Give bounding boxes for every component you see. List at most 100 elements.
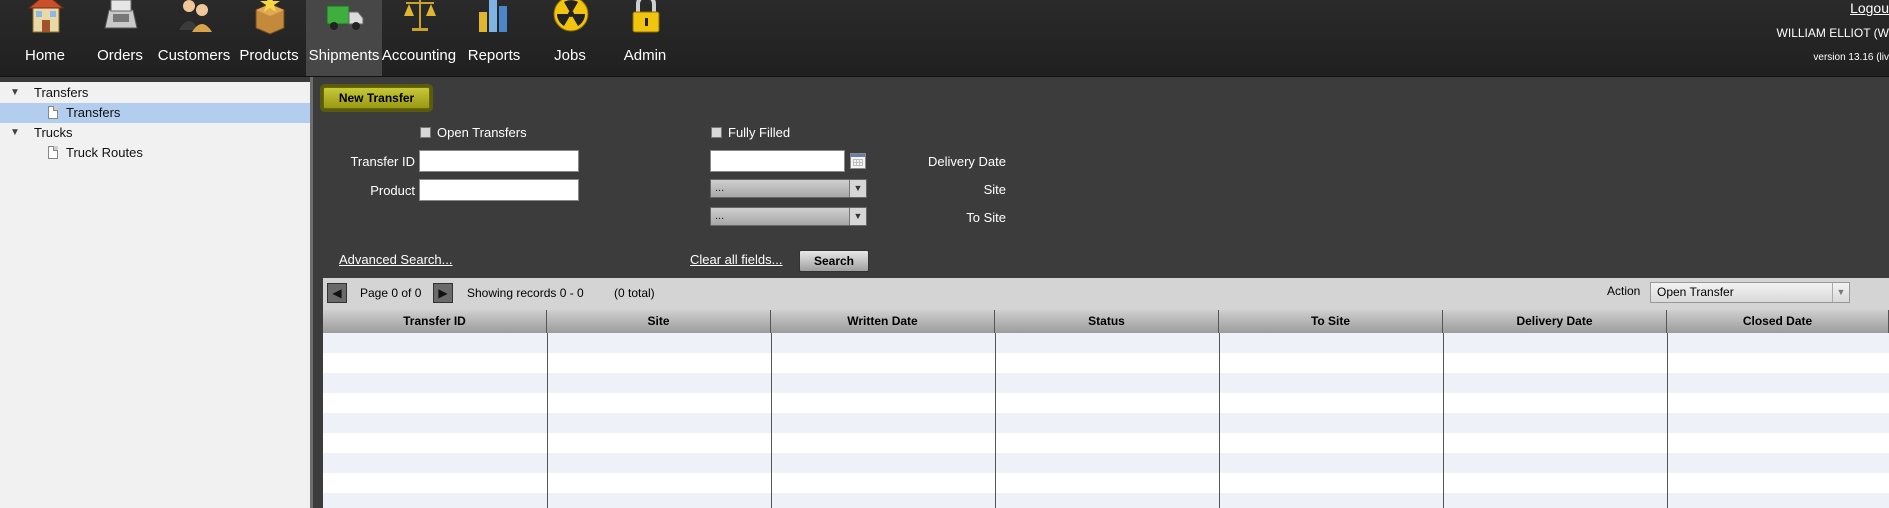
action-select[interactable]: Open Transfer ▼ xyxy=(1650,282,1850,303)
column-divider xyxy=(1443,333,1444,508)
table-row[interactable] xyxy=(323,353,1889,373)
page-indicator: Page 0 of 0 xyxy=(360,286,422,300)
nav-customers[interactable]: Customers xyxy=(156,0,232,76)
chevron-down-icon[interactable]: ▼ xyxy=(849,180,866,197)
delivery-date-label: Delivery Date xyxy=(927,154,1006,169)
next-page-button[interactable]: ▶ xyxy=(433,283,453,303)
transfer-id-label: Transfer ID xyxy=(350,154,415,169)
scales-icon xyxy=(404,0,436,31)
tree-group-transfers[interactable]: ▼ Transfers xyxy=(0,83,310,103)
fully-filled-checkbox[interactable] xyxy=(711,127,722,138)
column-divider xyxy=(995,333,996,508)
cash-register-icon xyxy=(104,0,138,29)
table-row[interactable] xyxy=(323,413,1889,433)
version-label: version 13.16 (liv xyxy=(1813,52,1889,63)
navigation-tree: ▼ Transfers Transfers ▼ Trucks Truck Rou… xyxy=(0,82,310,508)
delivery-date-input[interactable] xyxy=(710,150,845,172)
records-total: (0 total) xyxy=(614,286,655,300)
tree-item-label: Transfers xyxy=(66,105,121,120)
column-header-transfer-id[interactable]: Transfer ID xyxy=(323,310,547,333)
column-header-closed-date[interactable]: Closed Date xyxy=(1667,310,1889,333)
current-user: WILLIAM ELLIOT (W xyxy=(1776,26,1889,40)
site-label: Site xyxy=(983,182,1006,197)
nav-products-label: Products xyxy=(239,47,299,64)
product-label: Product xyxy=(370,183,415,198)
previous-page-button[interactable]: ◀ xyxy=(327,283,347,303)
document-icon xyxy=(48,106,58,119)
tree-group-label: Transfers xyxy=(34,85,89,100)
fully-filled-label: Fully Filled xyxy=(728,125,791,140)
site-select-value: ... xyxy=(715,182,725,194)
column-divider xyxy=(771,333,772,508)
column-divider xyxy=(1219,333,1220,508)
grid-toolbar: ◀ Page 0 of 0 ▶ Showing records 0 - 0 (0… xyxy=(323,278,1889,310)
nav-accounting[interactable]: Accounting xyxy=(381,0,457,76)
column-header-to-site[interactable]: To Site xyxy=(1219,310,1443,333)
nav-customers-label: Customers xyxy=(157,47,231,64)
to-site-label: To Site xyxy=(966,210,1006,225)
table-row[interactable] xyxy=(323,373,1889,393)
table-row[interactable] xyxy=(323,473,1889,493)
search-button[interactable]: Search xyxy=(799,250,869,272)
table-row[interactable] xyxy=(323,393,1889,413)
table-row[interactable] xyxy=(323,333,1889,353)
clear-all-fields-link[interactable]: Clear all fields... xyxy=(690,252,782,267)
nav-products[interactable]: Products xyxy=(231,0,307,76)
nav-admin[interactable]: Admin xyxy=(607,0,683,76)
records-range: Showing records 0 - 0 xyxy=(467,286,584,300)
product-input[interactable] xyxy=(419,179,579,201)
calendar-icon[interactable] xyxy=(850,153,866,169)
open-transfers-checkbox[interactable] xyxy=(420,127,431,138)
site-select[interactable]: ... ▼ xyxy=(710,179,867,198)
nav-accounting-label: Accounting xyxy=(381,47,457,64)
column-divider xyxy=(1667,333,1668,508)
boxes-icon xyxy=(255,0,285,35)
column-header-written-date[interactable]: Written Date xyxy=(771,310,995,333)
action-label: Action xyxy=(1607,284,1641,298)
table-row[interactable] xyxy=(323,453,1889,473)
nav-home-label: Home xyxy=(24,47,65,64)
tree-group-trucks[interactable]: ▼ Trucks xyxy=(0,123,310,143)
nav-reports[interactable]: Reports xyxy=(456,0,532,76)
nav-jobs-label: Jobs xyxy=(554,47,586,64)
chevron-down-icon[interactable]: ▼ xyxy=(1832,283,1849,302)
to-site-select[interactable]: ... ▼ xyxy=(710,207,867,226)
open-transfers-label: Open Transfers xyxy=(437,125,527,140)
tree-item-label: Truck Routes xyxy=(66,145,143,160)
table-row[interactable] xyxy=(323,493,1889,508)
new-transfer-button[interactable]: New Transfer xyxy=(323,87,430,109)
arrow-right-icon: ▶ xyxy=(438,286,448,300)
nav-orders[interactable]: Orders xyxy=(82,0,158,76)
logout-link[interactable]: Logou xyxy=(1850,0,1889,16)
table-row[interactable] xyxy=(323,433,1889,453)
nav-jobs[interactable]: Jobs xyxy=(532,0,608,76)
column-header-delivery-date[interactable]: Delivery Date xyxy=(1443,310,1667,333)
advanced-search-link[interactable]: Advanced Search... xyxy=(339,252,452,267)
transfer-id-input[interactable] xyxy=(419,150,579,172)
tree-group-label: Trucks xyxy=(34,125,73,140)
grid-header: Transfer ID Site Written Date Status To … xyxy=(323,310,1889,333)
nav-admin-label: Admin xyxy=(623,47,667,64)
nav-shipments[interactable]: Shipments xyxy=(306,0,382,76)
chevron-down-icon[interactable]: ▼ xyxy=(849,208,866,225)
arrow-left-icon: ◀ xyxy=(332,286,342,300)
document-icon xyxy=(48,146,58,159)
padlock-icon xyxy=(632,0,660,33)
nav-home[interactable]: Home xyxy=(7,0,83,76)
action-select-value: Open Transfer xyxy=(1657,285,1734,299)
tree-item-truck-routes[interactable]: Truck Routes xyxy=(0,143,310,163)
people-icon xyxy=(179,0,212,32)
to-site-select-value: ... xyxy=(715,210,725,222)
collapse-triangle-icon[interactable]: ▼ xyxy=(10,123,20,143)
column-header-site[interactable]: Site xyxy=(547,310,771,333)
top-navigation-bar: Home Orders Customers Products Shipments… xyxy=(0,0,1889,77)
transfers-grid: Transfer ID Site Written Date Status To … xyxy=(323,310,1889,508)
tree-item-transfers[interactable]: Transfers xyxy=(0,103,310,123)
collapse-triangle-icon[interactable]: ▼ xyxy=(10,83,20,103)
nav-reports-label: Reports xyxy=(467,47,521,64)
nav-shipments-label: Shipments xyxy=(308,47,380,64)
column-header-status[interactable]: Status xyxy=(995,310,1219,333)
column-divider xyxy=(547,333,548,508)
truck-icon xyxy=(326,5,364,30)
nav-orders-label: Orders xyxy=(97,47,143,64)
